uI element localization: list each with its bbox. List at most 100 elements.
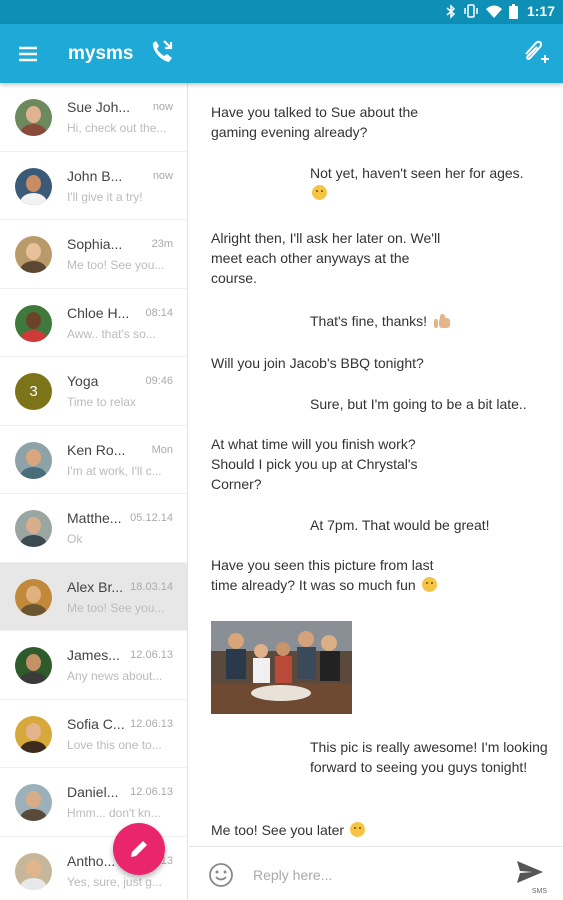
conversation-item[interactable]: Sue Joh... now Hi, check out the... (0, 83, 187, 152)
thumbs-up-icon (433, 314, 450, 328)
avatar-group-count: 3 (15, 373, 52, 410)
avatar (15, 167, 52, 205)
avatar (15, 852, 52, 890)
conversation-preview: Time to relax (67, 395, 136, 409)
group-photo-image (211, 621, 352, 714)
conversation-item[interactable]: Chloe H... 08:14 Aww.. that's so... (0, 289, 187, 357)
message-text: Have you seen this picture from last tim… (211, 557, 434, 593)
conversation-name: Yoga (67, 373, 99, 389)
send-button[interactable]: SMS (515, 859, 549, 895)
wifi-icon (485, 5, 502, 18)
conversation-preview: Me too! See you... (67, 258, 165, 272)
conversation-preview: Any news about... (67, 669, 163, 683)
message-text: Not yet, haven't seen her for ages. (310, 165, 524, 181)
status-time: 1:17 (526, 3, 555, 19)
conversation-preview: I'll give it a try! (67, 189, 143, 204)
conversation-item[interactable]: John B... now I'll give it a try! (0, 152, 187, 220)
message-outgoing: Sure, but I'm going to be a bit late.. (310, 394, 550, 414)
conversation-time: 09:46 (145, 375, 173, 387)
conversation-item[interactable]: James... 12.06.13 Any news about... (0, 631, 187, 700)
conversation-name: Sophia... (67, 236, 123, 252)
menu-button[interactable] (14, 39, 44, 69)
compose-button[interactable] (113, 823, 165, 875)
conversation-item[interactable]: Sophia... 23m Me too! See you... (0, 220, 187, 289)
message-outgoing: That's fine, thanks! (310, 311, 542, 331)
message-incoming: Alright then, I'll ask her later on. We'… (211, 228, 441, 288)
conversation-time: 23m (151, 238, 173, 250)
message-incoming: Me too! See you later (211, 820, 461, 840)
conversation-time: 12.06.13 (130, 786, 173, 798)
sad-face-icon (312, 185, 327, 200)
message-text: Will you join Jacob's BBQ tonight? (211, 355, 424, 371)
conversation-name: James... (67, 647, 120, 663)
message-text: At 7pm. That would be great! (310, 517, 490, 533)
conversation-item[interactable]: Sofia C... 12.06.13 Love this one to... (0, 700, 187, 768)
avatar (15, 441, 52, 479)
conversation-item-selected[interactable]: Alex Br... 18.03.14 Me too! See you... (0, 562, 187, 631)
message-text: This pic is really awesome! I'm looking … (310, 739, 548, 775)
conversation-preview: Love this one to... (67, 737, 162, 752)
message-outgoing: This pic is really awesome! I'm looking … (310, 737, 550, 777)
conversation-time: now (152, 101, 173, 113)
send-icon (517, 861, 543, 883)
reply-input[interactable] (253, 863, 493, 887)
conversation-time: 05.12.14 (130, 512, 173, 524)
conversation-preview: Hmm... don't kn... (67, 806, 161, 820)
conversation-list: Sue Joh... now Hi, check out the... John… (0, 83, 188, 900)
conversation-name: Matthe... (67, 510, 122, 526)
conversation-name: Ken Ro... (67, 441, 126, 458)
call-button[interactable] (147, 38, 177, 68)
message-text: At what time will you finish work? Shoul… (211, 436, 418, 492)
conversation-item[interactable]: 3 Yoga 09:46 Time to relax (0, 357, 187, 426)
avatar (15, 784, 52, 821)
conversation-time: 12.06.13 (130, 717, 173, 730)
shared-photo[interactable] (211, 621, 352, 714)
app-title: mysms (68, 43, 134, 64)
attach-button[interactable] (519, 37, 551, 69)
conversation-preview: Yes, sure, just g... (67, 874, 162, 889)
conversation-item[interactable]: Ken Ro... Mon I'm at work, I'll c... (0, 426, 187, 494)
app-bar: mysms (0, 24, 563, 83)
vibrate-icon (464, 4, 478, 18)
message-text: Have you talked to Sue about the gaming … (211, 104, 419, 140)
message-outgoing: At 7pm. That would be great! (310, 515, 542, 535)
status-bar: 1:17 (0, 0, 563, 24)
avatar (15, 715, 52, 753)
send-label: SMS (531, 888, 547, 895)
conversation-time: now (152, 169, 173, 182)
smile-face-icon (349, 822, 365, 837)
conversation-item[interactable]: Matthe... 05.12.14 Ok (0, 494, 187, 563)
avatar (15, 99, 52, 136)
conversation-preview: Hi, check out the... (67, 121, 167, 135)
avatar (15, 510, 52, 547)
conversation-name: Alex Br... (67, 578, 124, 595)
conversation-name: John B... (67, 167, 123, 184)
paperclip-add-icon (525, 40, 549, 63)
smile-face-icon (421, 577, 437, 592)
message-incoming: At what time will you finish work? Shoul… (211, 434, 441, 494)
message-text: Me too! See you later (211, 822, 345, 838)
conversation-time: Mon (151, 443, 173, 456)
message-text: Sure, but I'm going to be a bit late.. (310, 396, 527, 412)
conversation-time: 08:14 (145, 306, 173, 319)
conversation-time: 18.03.14 (130, 580, 173, 593)
conversation-item[interactable]: Daniel... 12.06.13 Hmm... don't kn... (0, 768, 187, 837)
conversation-preview: Ok (67, 532, 83, 546)
avatar (15, 236, 52, 273)
conversation-preview: I'm at work, I'll c... (67, 463, 162, 478)
emoji-button[interactable] (208, 862, 234, 888)
message-incoming: Have you talked to Sue about the gaming … (211, 102, 441, 142)
message-incoming: Will you join Jacob's BBQ tonight? (211, 353, 471, 373)
conversation-preview: Aww.. that's so... (67, 326, 156, 341)
message-incoming: Have you seen this picture from last tim… (211, 555, 441, 595)
conversation-name: Sofia C... (67, 715, 125, 732)
reply-bar: SMS (189, 846, 563, 900)
message-outgoing: Not yet, haven't seen her for ages. (310, 163, 542, 203)
message-text: Alright then, I'll ask her later on. We'… (211, 230, 441, 286)
conversation-preview: Me too! See you... (67, 600, 165, 615)
smiley-icon (209, 863, 233, 887)
bluetooth-icon (446, 3, 456, 19)
message-text: That's fine, thanks! (310, 313, 428, 329)
conversation-name: Daniel... (67, 784, 119, 800)
avatar (15, 304, 52, 342)
